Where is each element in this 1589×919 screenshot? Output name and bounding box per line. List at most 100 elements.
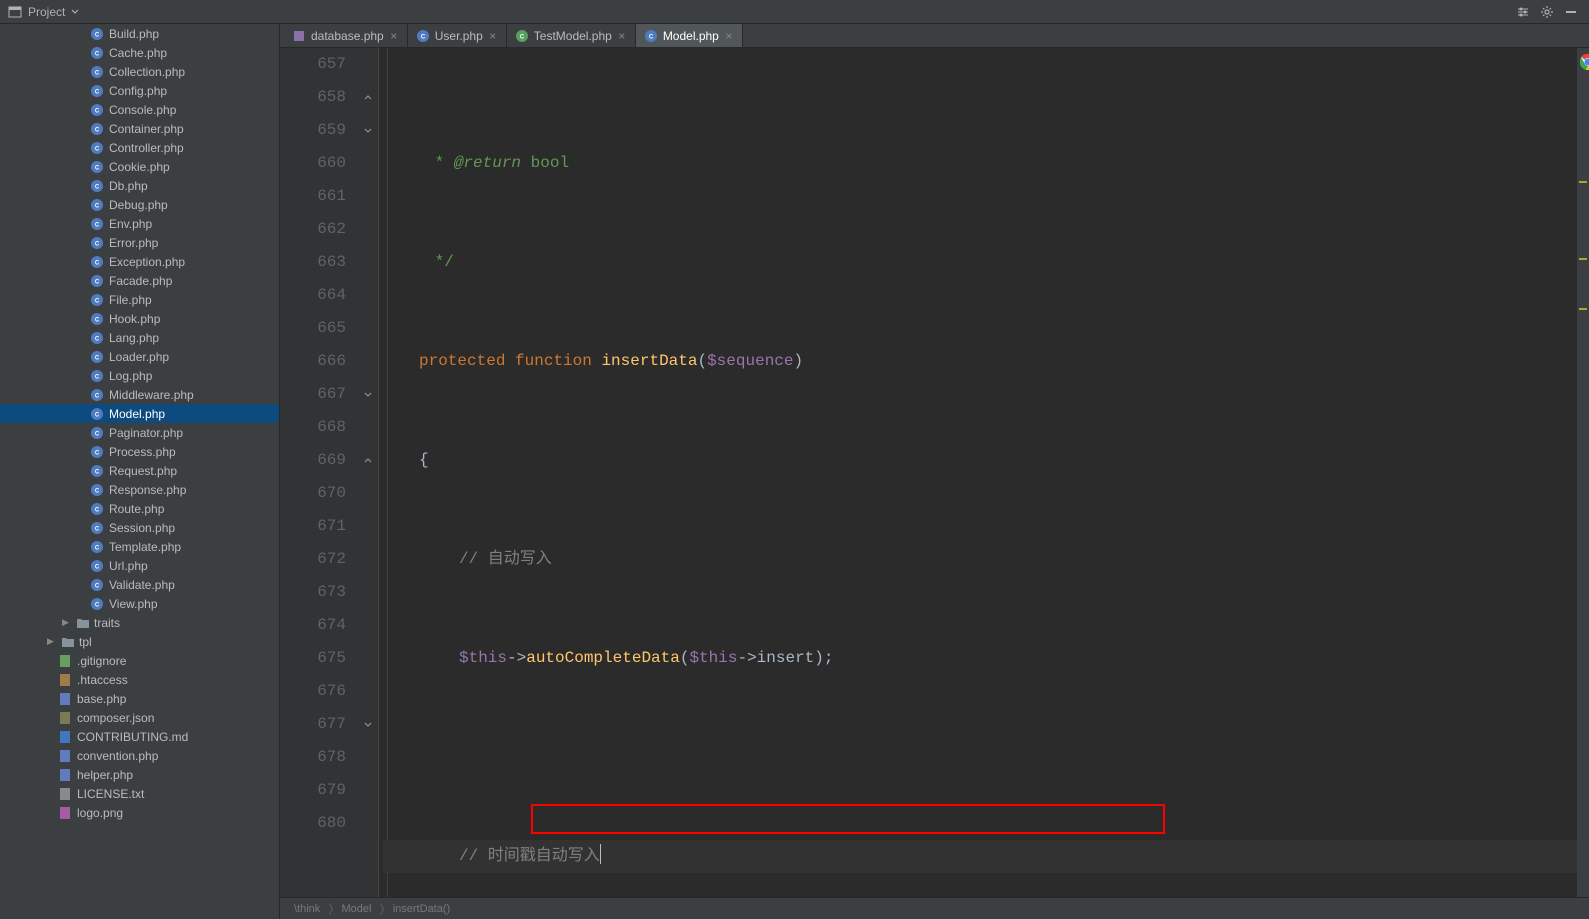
breadcrumb-item[interactable]: \think xyxy=(294,903,320,915)
var: $this xyxy=(459,649,507,667)
sidebar-file[interactable]: CValidate.php xyxy=(0,575,279,594)
sidebar-file[interactable]: base.php xyxy=(0,689,279,708)
close-icon[interactable]: × xyxy=(488,31,498,41)
close-icon[interactable]: × xyxy=(724,31,734,41)
error-stripe[interactable] xyxy=(1577,48,1589,897)
editor-tab[interactable]: database.php× xyxy=(284,24,408,47)
svg-text:C: C xyxy=(95,32,100,38)
fold-marker-icon[interactable] xyxy=(362,92,374,104)
sidebar-file[interactable]: CCache.php xyxy=(0,43,279,62)
kw: function xyxy=(515,352,592,370)
svg-text:C: C xyxy=(95,450,100,456)
sidebar-file[interactable]: CError.php xyxy=(0,233,279,252)
php-class-icon: C xyxy=(90,236,104,250)
sidebar-file[interactable]: CONTRIBUTING.md xyxy=(0,727,279,746)
sidebar-file[interactable]: CUrl.php xyxy=(0,556,279,575)
line-number: 662 xyxy=(280,213,346,246)
svg-text:C: C xyxy=(95,146,100,152)
sidebar-file[interactable]: CProcess.php xyxy=(0,442,279,461)
sidebar-file[interactable]: CLang.php xyxy=(0,328,279,347)
sidebar-file[interactable]: CSession.php xyxy=(0,518,279,537)
code-area[interactable]: * @return bool */ protected function ins… xyxy=(379,48,1577,897)
sidebar-file[interactable]: CConfig.php xyxy=(0,81,279,100)
line-number: 661 xyxy=(280,180,346,213)
sidebar-file[interactable]: helper.php xyxy=(0,765,279,784)
sidebar-file[interactable]: CController.php xyxy=(0,138,279,157)
chevron-right-icon: ❭ xyxy=(377,902,386,915)
sidebar-folder-tpl[interactable]: ▶ tpl xyxy=(0,632,279,651)
file-label: Session.php xyxy=(109,521,175,535)
gear-icon[interactable] xyxy=(1537,2,1557,22)
php-class-icon: C xyxy=(90,426,104,440)
sidebar-file[interactable]: CLog.php xyxy=(0,366,279,385)
sidebar-file[interactable]: CEnv.php xyxy=(0,214,279,233)
tab-file-icon: C xyxy=(644,29,658,43)
project-selector[interactable]: Project xyxy=(8,5,79,19)
editor[interactable]: 6576586596606616626636646656666676686696… xyxy=(280,48,1589,897)
chrome-icon[interactable] xyxy=(1579,53,1589,71)
line-number: 674 xyxy=(280,609,346,642)
file-label: Validate.php xyxy=(109,578,175,592)
sidebar-file[interactable]: CCollection.php xyxy=(0,62,279,81)
fold-marker-icon[interactable] xyxy=(362,719,374,731)
project-sidebar[interactable]: CBuild.phpCCache.phpCCollection.phpCConf… xyxy=(0,24,280,919)
sidebar-file[interactable]: CResponse.php xyxy=(0,480,279,499)
sidebar-file[interactable]: CLoader.php xyxy=(0,347,279,366)
tab-label: Model.php xyxy=(663,29,719,43)
sidebar-file[interactable]: CTemplate.php xyxy=(0,537,279,556)
line-number: 673 xyxy=(280,576,346,609)
tab-file-icon: C xyxy=(515,29,529,43)
sidebar-file[interactable]: CContainer.php xyxy=(0,119,279,138)
sidebar-file[interactable]: .gitignore xyxy=(0,651,279,670)
sidebar-file[interactable]: CFacade.php xyxy=(0,271,279,290)
file-icon xyxy=(58,673,72,687)
file-label: Container.php xyxy=(109,122,184,136)
fold-gutter[interactable] xyxy=(360,48,378,897)
sidebar-file[interactable]: CRoute.php xyxy=(0,499,279,518)
line-number: 672 xyxy=(280,543,346,576)
settings-slider-icon[interactable] xyxy=(1513,2,1533,22)
php-class-icon: C xyxy=(90,293,104,307)
breadcrumb-item[interactable]: insertData() xyxy=(393,903,450,915)
sidebar-file[interactable]: CDb.php xyxy=(0,176,279,195)
sidebar-file[interactable]: composer.json xyxy=(0,708,279,727)
sidebar-file[interactable]: CFile.php xyxy=(0,290,279,309)
sidebar-file[interactable]: CModel.php xyxy=(0,404,279,423)
php-class-icon: C xyxy=(90,179,104,193)
sidebar-file[interactable]: LICENSE.txt xyxy=(0,784,279,803)
editor-tab[interactable]: C Model.php × xyxy=(636,24,743,47)
fold-marker-icon[interactable] xyxy=(362,125,374,137)
sidebar-file[interactable]: CMiddleware.php xyxy=(0,385,279,404)
fold-marker-icon[interactable] xyxy=(362,389,374,401)
sidebar-file[interactable]: CBuild.php xyxy=(0,24,279,43)
close-icon[interactable]: × xyxy=(617,31,627,41)
sidebar-file[interactable]: .htaccess xyxy=(0,670,279,689)
kw: protected xyxy=(419,352,505,370)
sidebar-file[interactable]: CConsole.php xyxy=(0,100,279,119)
sidebar-file[interactable]: CDebug.php xyxy=(0,195,279,214)
editor-tab[interactable]: CUser.php× xyxy=(408,24,507,47)
sidebar-file[interactable]: CRequest.php xyxy=(0,461,279,480)
sidebar-file[interactable]: CHook.php xyxy=(0,309,279,328)
fold-marker-icon[interactable] xyxy=(362,455,374,467)
breadcrumb-item[interactable]: Model xyxy=(342,903,372,915)
file-label: CONTRIBUTING.md xyxy=(77,730,188,744)
comment: // 自动写入 xyxy=(459,550,552,568)
sidebar-folder-traits[interactable]: ▶ traits xyxy=(0,613,279,632)
sidebar-file[interactable]: CView.php xyxy=(0,594,279,613)
doc-type: bool xyxy=(521,154,569,172)
line-number: 658 xyxy=(280,81,346,114)
sidebar-file[interactable]: CCookie.php xyxy=(0,157,279,176)
line-number: 667 xyxy=(280,378,346,411)
sidebar-file[interactable]: convention.php xyxy=(0,746,279,765)
php-class-icon: C xyxy=(90,141,104,155)
sidebar-file[interactable]: logo.png xyxy=(0,803,279,822)
file-label: Paginator.php xyxy=(109,426,183,440)
close-icon[interactable]: × xyxy=(389,31,399,41)
sidebar-file[interactable]: CException.php xyxy=(0,252,279,271)
svg-text:C: C xyxy=(421,34,426,40)
editor-tab[interactable]: CTestModel.php× xyxy=(507,24,636,47)
collapse-icon[interactable] xyxy=(1561,2,1581,22)
sidebar-file[interactable]: C Paginator.php xyxy=(0,423,279,442)
file-icon xyxy=(58,711,72,725)
